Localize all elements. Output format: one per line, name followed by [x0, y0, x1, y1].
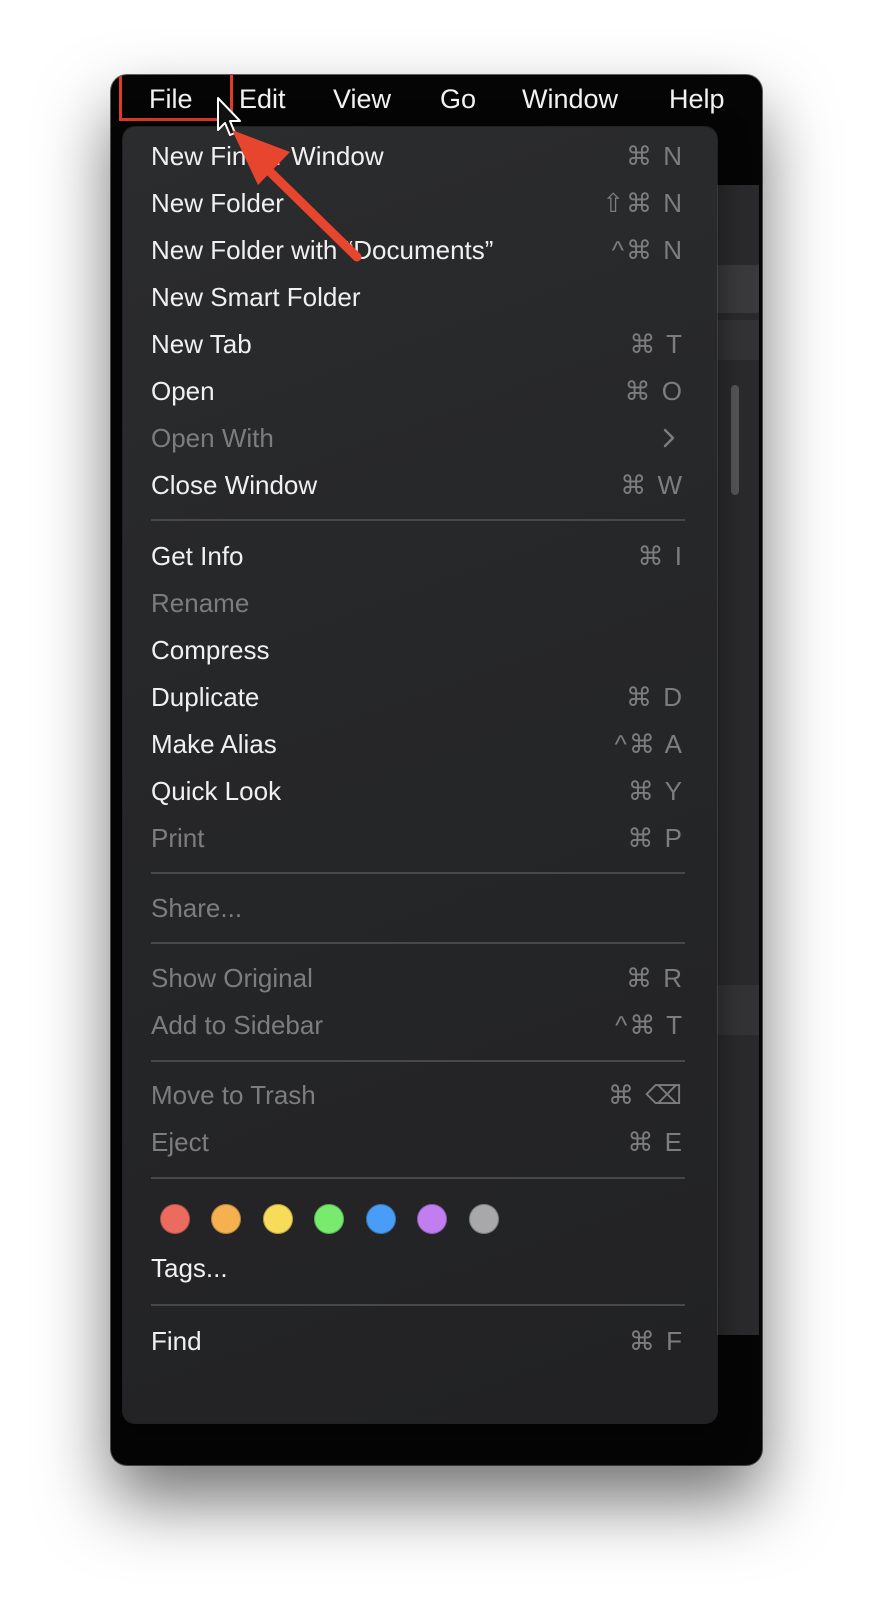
menu-item-eject[interactable]: Eject ⌘ E [123, 1119, 717, 1165]
file-menu-dropdown: New Finder Window ⌘ N New Folder ⇧⌘ N Ne… [123, 127, 717, 1423]
menu-item-add-to-sidebar[interactable]: Add to Sidebar ^⌘ T [123, 1002, 717, 1048]
finder-window: File Edit View Go Window Help New Finder… [111, 75, 762, 1465]
menu-item-shortcut: ^⌘ A [614, 729, 684, 759]
menu-item-shortcut: ⌘ Y [627, 776, 684, 806]
tag-orange-dot[interactable] [211, 1204, 241, 1234]
menu-item-duplicate[interactable]: Duplicate ⌘ D [123, 674, 717, 720]
menu-item-shortcut: ⌘ O [624, 376, 684, 406]
menu-item-get-info[interactable]: Get Info ⌘ I [123, 533, 717, 579]
menu-item-open[interactable]: Open ⌘ O [123, 368, 717, 414]
menu-edit[interactable]: Edit [239, 75, 286, 123]
menu-item-new-smart-folder[interactable]: New Smart Folder [123, 274, 717, 320]
file-menu-highlight-annotation [119, 75, 233, 121]
menu-item-label: Move to Trash [151, 1080, 316, 1110]
menu-item-label: Print [151, 823, 205, 853]
menu-item-new-finder-window[interactable]: New Finder Window ⌘ N [123, 133, 717, 179]
menu-item-share[interactable]: Share... [123, 885, 717, 931]
menu-bar: File Edit View Go Window Help [111, 75, 762, 123]
menu-item-label: Get Info [151, 541, 244, 571]
menu-item-label: New Finder Window [151, 141, 384, 171]
tag-yellow-dot[interactable] [263, 1204, 293, 1234]
tag-green-dot[interactable] [314, 1204, 344, 1234]
background-finder-content [711, 185, 759, 1335]
menu-item-show-original[interactable]: Show Original ⌘ R [123, 955, 717, 1001]
menu-item-label: Add to Sidebar [151, 1010, 324, 1040]
menu-item-label: Eject [151, 1127, 209, 1157]
menu-item-new-folder-with-documents[interactable]: New Folder with “Documents” ^⌘ N [123, 227, 717, 273]
menu-view[interactable]: View [333, 75, 391, 123]
menu-go[interactable]: Go [440, 75, 476, 123]
menu-window[interactable]: Window [522, 75, 618, 123]
menu-item-shortcut: ⌘ W [620, 470, 684, 500]
menu-separator [151, 1304, 685, 1306]
menu-item-label: Open With [151, 423, 274, 453]
menu-item-label: Share... [151, 893, 243, 923]
tag-purple-dot[interactable] [417, 1204, 447, 1234]
menu-item-label: Rename [151, 588, 250, 618]
menu-item-move-to-trash[interactable]: Move to Trash ⌘ ⌫ [123, 1072, 717, 1118]
menu-separator [151, 1060, 685, 1062]
menu-item-label: Make Alias [151, 729, 277, 759]
menu-item-label: Tags... [151, 1253, 228, 1283]
background-toolbar [711, 265, 759, 313]
menu-item-new-tab[interactable]: New Tab ⌘ T [123, 321, 717, 367]
menu-item-label: New Smart Folder [151, 282, 361, 312]
tag-blue-dot[interactable] [366, 1204, 396, 1234]
menu-item-label: New Folder [151, 188, 284, 218]
menu-help[interactable]: Help [669, 75, 725, 123]
menu-item-label: New Folder with “Documents” [151, 235, 494, 265]
menu-item-shortcut: ⌘ I [637, 541, 684, 571]
menu-item-label: Quick Look [151, 776, 282, 806]
menu-item-shortcut: ⌘ D [626, 682, 684, 712]
menu-item-shortcut: ⌘ N [626, 141, 684, 171]
menu-item-label: Open [151, 376, 215, 406]
menu-item-label: Duplicate [151, 682, 260, 712]
menu-item-compress[interactable]: Compress [123, 627, 717, 673]
tag-red-dot[interactable] [160, 1204, 190, 1234]
menu-item-close-window[interactable]: Close Window ⌘ W [123, 462, 717, 508]
menu-item-shortcut: ⌘ T [629, 329, 684, 359]
menu-item-label: Find [151, 1326, 202, 1356]
menu-item-label: Show Original [151, 963, 313, 993]
menu-item-shortcut: ⌘ F [628, 1326, 684, 1356]
menu-item-find[interactable]: Find ⌘ F [123, 1318, 717, 1364]
menu-item-quick-look[interactable]: Quick Look ⌘ Y [123, 768, 717, 814]
tag-gray-dot[interactable] [469, 1204, 499, 1234]
menu-separator [151, 872, 685, 874]
menu-item-shortcut: ^⌘ N [611, 235, 684, 265]
menu-separator [151, 1177, 685, 1179]
menu-item-label: New Tab [151, 329, 252, 359]
menu-item-label: Compress [151, 635, 270, 665]
menu-item-label: Close Window [151, 470, 318, 500]
menu-item-shortcut: ^⌘ T [615, 1010, 684, 1040]
menu-item-tags[interactable]: Tags... [123, 1245, 717, 1291]
menu-item-new-folder[interactable]: New Folder ⇧⌘ N [123, 180, 717, 226]
menu-item-shortcut: ⌘ R [626, 963, 684, 993]
background-status-bar [711, 985, 759, 1035]
menu-item-make-alias[interactable]: Make Alias ^⌘ A [123, 721, 717, 767]
background-scrollbar[interactable] [731, 385, 739, 495]
menu-separator [151, 942, 685, 944]
menu-item-print[interactable]: Print ⌘ P [123, 815, 717, 861]
menu-item-shortcut: ⇧⌘ N [602, 188, 684, 218]
menu-item-open-with[interactable]: Open With [123, 415, 717, 461]
menu-separator [151, 519, 685, 521]
background-path-control [711, 320, 759, 360]
menu-item-shortcut: ⌘ ⌫ [608, 1080, 684, 1110]
menu-item-shortcut: ⌘ E [627, 1127, 684, 1157]
menu-item-rename[interactable]: Rename [123, 580, 717, 626]
menu-item-shortcut: ⌘ P [627, 823, 684, 853]
chevron-right-icon [663, 428, 675, 448]
